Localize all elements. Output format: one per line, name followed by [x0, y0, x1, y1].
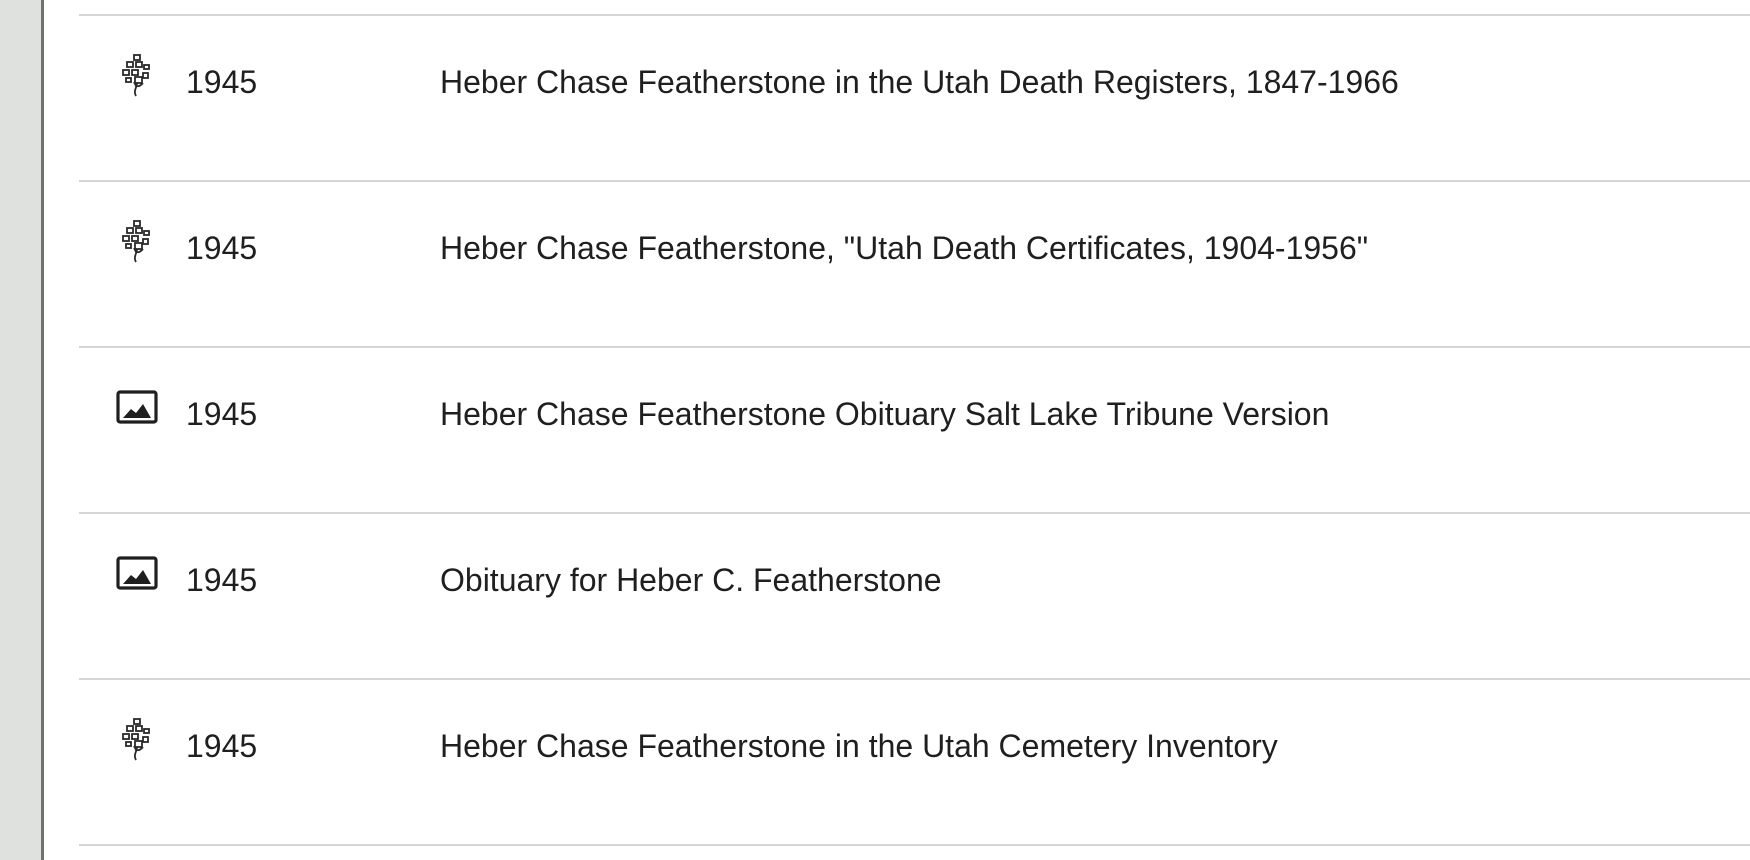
- source-title-link[interactable]: Heber Chase Featherstone in the Utah Dea…: [440, 62, 1399, 102]
- image-icon: [115, 551, 159, 595]
- family-tree-icon: [115, 717, 159, 761]
- source-year: 1945: [186, 728, 258, 764]
- page: 1945 Heber Chase Featherstone in the Uta…: [0, 0, 1750, 860]
- source-row[interactable]: 1945 Obituary for Heber C. Featherstone: [79, 514, 1750, 678]
- source-row[interactable]: 1945 Heber Chase Featherstone in the Uta…: [79, 16, 1750, 180]
- family-tree-icon: [115, 219, 159, 263]
- source-title-link[interactable]: Heber Chase Featherstone, "Utah Death Ce…: [440, 228, 1368, 268]
- source-year: 1945: [186, 396, 258, 432]
- image-icon: [115, 385, 159, 429]
- family-tree-icon: [115, 53, 159, 97]
- left-panel-edge: [0, 0, 44, 860]
- source-title-link[interactable]: Heber Chase Featherstone Obituary Salt L…: [440, 394, 1329, 434]
- source-row[interactable]: 1945 Heber Chase Featherstone, "Utah Dea…: [79, 182, 1750, 346]
- source-title-link[interactable]: Heber Chase Featherstone in the Utah Cem…: [440, 726, 1278, 766]
- row-divider: [79, 844, 1750, 846]
- source-year: 1945: [186, 64, 258, 100]
- source-row[interactable]: 1945 Heber Chase Featherstone in the Uta…: [79, 680, 1750, 844]
- sources-list: 1945 Heber Chase Featherstone in the Uta…: [79, 0, 1750, 860]
- source-year: 1945: [186, 230, 258, 266]
- source-row[interactable]: 1945 Heber Chase Featherstone Obituary S…: [79, 348, 1750, 512]
- source-year: 1945: [186, 562, 258, 598]
- source-title-link[interactable]: Obituary for Heber C. Featherstone: [440, 560, 942, 600]
